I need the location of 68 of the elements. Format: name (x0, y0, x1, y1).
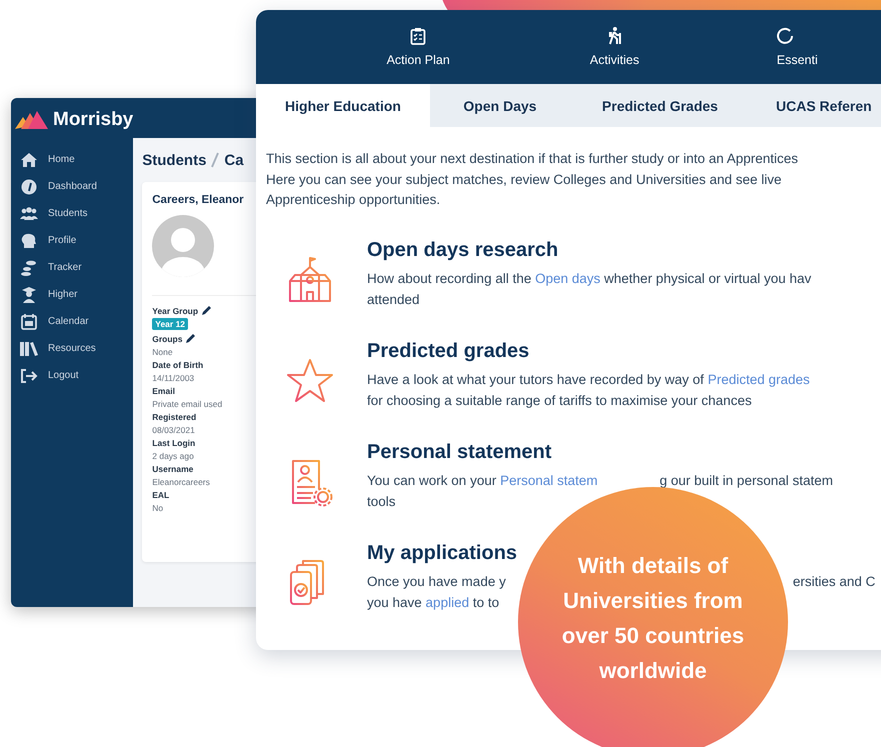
section-title: Open days research (367, 238, 560, 262)
tab[interactable]: Higher Education (256, 84, 430, 127)
sidebar-item[interactable]: Students (11, 200, 134, 227)
sidebar-item[interactable]: Higher (11, 281, 134, 308)
breadcrumb-current: Ca (224, 152, 244, 168)
nav-item[interactable]: Activities (516, 10, 713, 84)
nav-item[interactable]: Essenti (712, 10, 881, 84)
pencil-icon[interactable] (185, 333, 196, 344)
logo-icon (15, 110, 49, 130)
field-value: Private email used (152, 399, 222, 409)
sidebar-item[interactable]: Calendar (11, 308, 134, 335)
sidebar-item[interactable]: Tracker (11, 254, 134, 281)
description-text: You can work on your Personal statem (367, 472, 598, 490)
field-value: 08/03/2021 (152, 425, 195, 435)
field-value: No (152, 503, 164, 513)
description-text: attended (367, 290, 420, 308)
head-icon (20, 232, 38, 248)
avatar-icon (152, 215, 214, 277)
tab[interactable]: Open Days (430, 84, 570, 127)
breadcrumb-link[interactable]: Students (142, 152, 206, 168)
nav-item[interactable]: Action Plan (320, 10, 516, 84)
sidebar-item[interactable]: Logout (11, 362, 134, 389)
graduate-icon (20, 286, 38, 302)
field-value: None (152, 347, 173, 357)
field-value: 14/11/2003 (152, 373, 194, 383)
sidebar-item[interactable]: Dashboard (11, 173, 134, 200)
field-value: Eleanorcareers (152, 477, 210, 487)
sidebar-item[interactable]: Resources (11, 335, 134, 362)
description-text: Once you have made y (367, 572, 506, 591)
section-title: My applications (367, 542, 518, 564)
field-label: EAL (152, 490, 170, 500)
description-text: tools (367, 492, 396, 510)
section-title: Predicted grades (367, 340, 530, 362)
ring-icon (776, 27, 793, 45)
slash-separator-icon (210, 152, 220, 168)
description-text: Have a look at what your tutors have recorded by way of Predicted grades (367, 370, 810, 389)
description-text: ersities and C (792, 572, 876, 590)
year-badge: Year 12 (152, 318, 188, 330)
field-label: Registered (152, 412, 196, 422)
description-text: you have applied to to (367, 594, 500, 612)
logout-icon (20, 368, 38, 384)
sidebar-item[interactable]: Home (11, 146, 134, 173)
books-icon (20, 340, 38, 356)
field-label: Year Group (152, 306, 198, 316)
logo-text: Morrisby (53, 109, 134, 131)
pencil-icon[interactable] (201, 305, 212, 316)
description-text: How about recording all the Open days whether physical or virtual you hav (367, 270, 812, 288)
house-icon (20, 152, 38, 168)
field-label: Email (152, 386, 175, 396)
field-label: Groups (152, 334, 182, 344)
promo-text: With details of Universities from over 50 countries worldwide (562, 552, 744, 685)
gauge-icon (20, 178, 38, 194)
field-label: Last Login (152, 438, 196, 448)
people-icon (20, 206, 38, 222)
sidebar-item[interactable]: Profile (11, 227, 134, 254)
description-text: g our built in personal statem (660, 472, 833, 490)
description-text: for choosing a suitable range of tariffs to maximise your chances (367, 392, 752, 410)
intro-paragraph: This section is all about your next destination if that is further study or into an Apprentices Here you can see your subject matches, review Colleges and Universities and see live Apprenticeship opportunities. (266, 150, 800, 209)
field-label: Username (152, 464, 194, 474)
calendar-icon (20, 314, 38, 330)
clipboard-icon (410, 27, 426, 45)
tab[interactable]: UCAS Referen (750, 84, 872, 127)
section-title: Personal statement (367, 440, 553, 464)
hiker-icon (606, 27, 623, 45)
field-label: Date of Birth (152, 360, 204, 370)
tab[interactable]: Predicted Grades (570, 84, 750, 127)
footprints-icon (20, 260, 38, 276)
field-value: 2 days ago (152, 451, 194, 461)
